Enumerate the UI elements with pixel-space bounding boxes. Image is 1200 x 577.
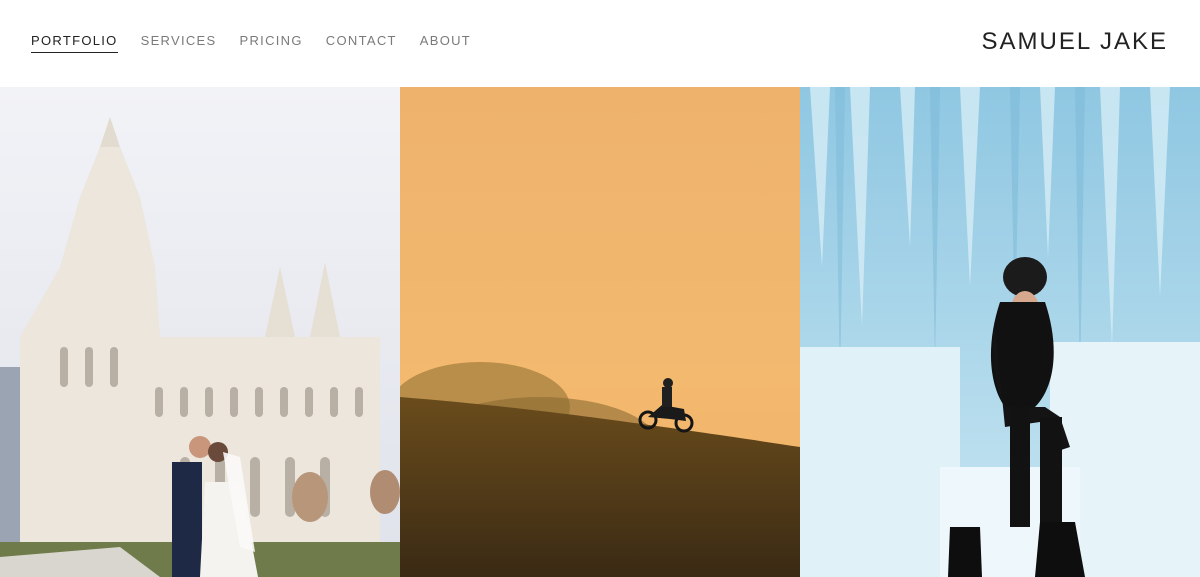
photo-ice-portrait[interactable] — [800, 87, 1200, 577]
main-nav: PORTFOLIO SERVICES PRICING CONTACT ABOUT — [31, 33, 494, 53]
nav-services[interactable]: SERVICES — [141, 33, 217, 53]
site-logo-title[interactable]: SAMUEL JAKE — [982, 27, 1169, 57]
nav-contact[interactable]: CONTACT — [326, 33, 397, 53]
photo-wedding-temple[interactable] — [0, 87, 400, 577]
portfolio-gallery — [0, 87, 1200, 577]
nav-portfolio[interactable]: PORTFOLIO — [31, 33, 118, 53]
nav-about[interactable]: ABOUT — [420, 33, 471, 53]
photo-motocross-dune[interactable] — [400, 87, 800, 577]
ice-portrait-image — [800, 87, 1200, 577]
motocross-dune-image — [400, 87, 800, 577]
nav-pricing[interactable]: PRICING — [240, 33, 303, 53]
site-header: PORTFOLIO SERVICES PRICING CONTACT ABOUT… — [0, 0, 1200, 87]
wedding-temple-image — [0, 87, 400, 577]
